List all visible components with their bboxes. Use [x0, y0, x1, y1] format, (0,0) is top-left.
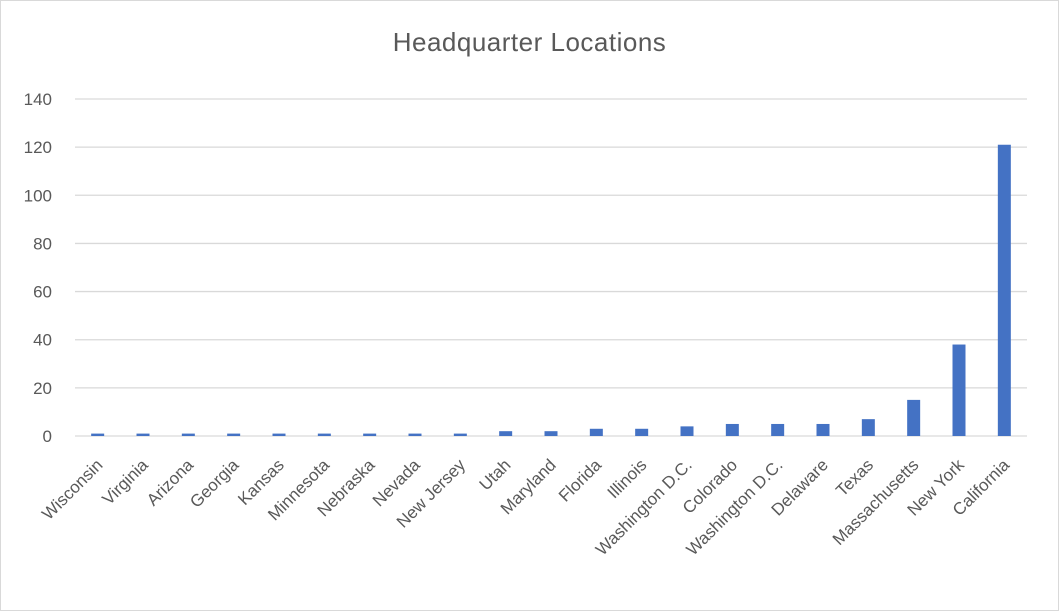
bar: [861, 419, 875, 436]
bar: [272, 433, 286, 436]
y-tick-label: 120: [24, 138, 52, 157]
bar: [227, 433, 241, 436]
bar: [997, 144, 1011, 436]
gridlines: [75, 98, 1027, 437]
y-tick-label: 40: [33, 331, 52, 350]
bar: [453, 433, 467, 436]
y-tick-label: 80: [33, 234, 52, 253]
bar: [771, 423, 785, 436]
bar: [181, 433, 195, 436]
bar: [544, 431, 558, 436]
y-tick-label: 20: [33, 379, 52, 398]
y-tick-label: 60: [33, 283, 52, 302]
bar: [363, 433, 377, 436]
bar: [499, 431, 513, 436]
bar: [136, 433, 150, 436]
bar-chart: 0 20 40 60 80 100 120 140 WisconsinVirginiaAriz…: [24, 90, 1027, 559]
x-tick-label: Florida: [555, 455, 606, 506]
y-tick-label: 100: [24, 186, 52, 205]
bar: [725, 423, 739, 436]
bar: [907, 399, 921, 436]
x-tick-label: Wisconsin: [38, 455, 106, 523]
x-axis-ticks: WisconsinVirginiaArizonaGeorgiaKansasMin…: [38, 455, 1013, 559]
y-tick-label: 140: [24, 90, 52, 109]
x-tick-label: Utah: [476, 455, 515, 494]
y-tick-label: 0: [43, 427, 52, 446]
bar: [317, 433, 331, 436]
bar: [589, 428, 603, 436]
bar: [408, 433, 422, 436]
bars: [91, 144, 1011, 436]
bar: [816, 423, 830, 436]
y-axis-ticks: 0 20 40 60 80 100 120 140: [24, 90, 52, 446]
bar: [91, 433, 105, 436]
bar: [952, 344, 966, 436]
bar: [635, 428, 649, 436]
bar: [680, 426, 694, 436]
x-tick-label: Georgia: [186, 455, 243, 512]
x-tick-label: Virginia: [99, 455, 153, 509]
